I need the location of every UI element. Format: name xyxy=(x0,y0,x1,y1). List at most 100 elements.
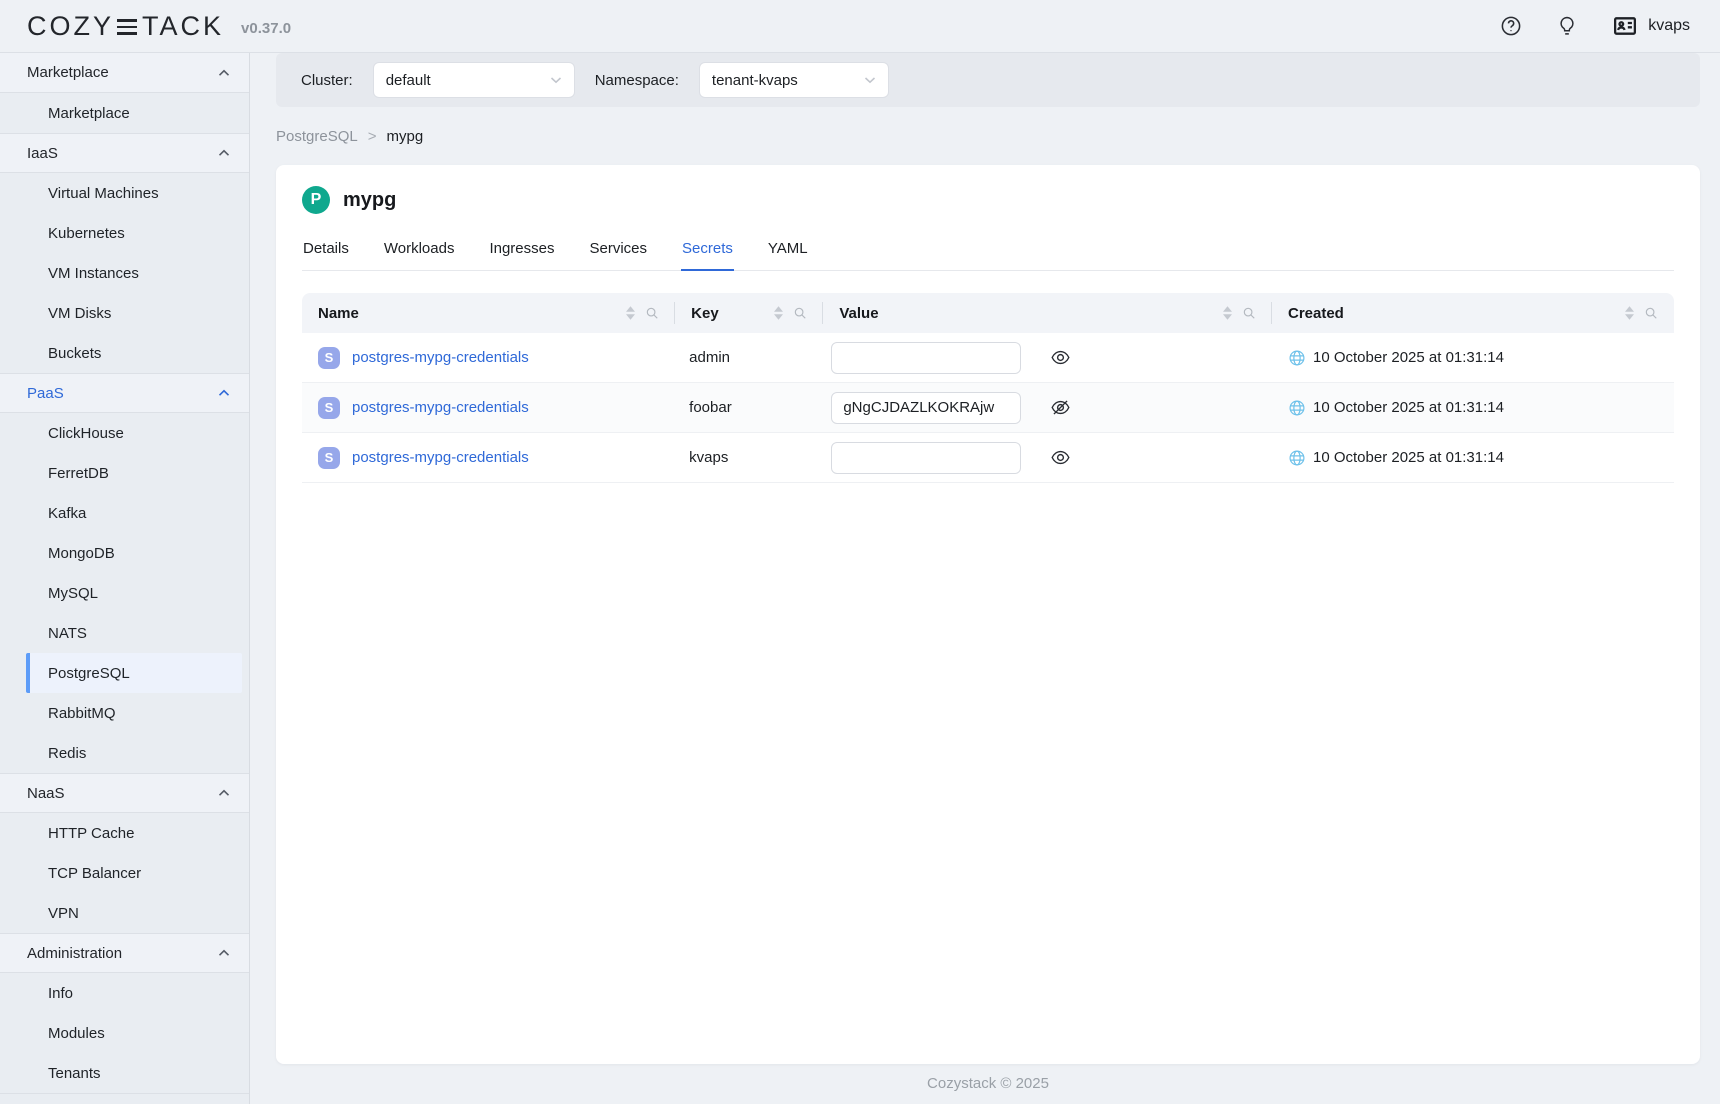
chevron-up-icon xyxy=(218,149,230,157)
sidebar-item-vm-disks[interactable]: VM Disks xyxy=(0,293,249,333)
sort-toggle[interactable] xyxy=(1223,306,1232,320)
sidebar-item-label: Kubernetes xyxy=(48,225,125,242)
idcard-icon xyxy=(1612,13,1638,39)
sidebar-item-label: Marketplace xyxy=(48,105,130,122)
sidebar-item-tenants[interactable]: Tenants xyxy=(0,1053,249,1093)
sidebar-item-clickhouse[interactable]: ClickHouse xyxy=(0,413,249,453)
caret-up-icon xyxy=(626,306,635,312)
column-search-button[interactable] xyxy=(645,306,659,320)
sidebar-section-label: Administration xyxy=(27,945,122,962)
sort-toggle[interactable] xyxy=(774,306,783,320)
caret-down-icon xyxy=(1625,314,1634,320)
sidebar-item-marketplace[interactable]: Marketplace xyxy=(0,93,249,133)
eye-icon xyxy=(1050,447,1071,468)
sidebar-section-naas[interactable]: NaaS xyxy=(0,773,249,813)
lightbulb-icon xyxy=(1556,15,1578,37)
sidebar-item-label: VPN xyxy=(48,905,79,922)
sidebar-item-label: NATS xyxy=(48,625,87,642)
top-bar: COZY TACK v0.37.0 xyxy=(0,0,1720,53)
tab-workloads[interactable]: Workloads xyxy=(383,240,456,270)
secret-value-input[interactable] xyxy=(831,392,1021,424)
secret-icon: S xyxy=(318,397,340,419)
help-circle-icon xyxy=(1500,15,1522,37)
sidebar-section: Marketplace Marketplace xyxy=(0,53,249,133)
globe-icon xyxy=(1288,399,1306,417)
table-row: S postgres-mypg-credentials foobar xyxy=(302,383,1674,433)
sort-toggle[interactable] xyxy=(626,306,635,320)
secret-name-link[interactable]: postgres-mypg-credentials xyxy=(352,349,529,366)
sidebar-item-kafka[interactable]: Kafka xyxy=(0,493,249,533)
sidebar-section-items: Info Modules Tenants xyxy=(0,973,249,1093)
caret-down-icon xyxy=(1223,314,1232,320)
app-logo[interactable]: COZY TACK xyxy=(27,11,224,42)
column-header-label: Name xyxy=(318,305,359,322)
tab-label: Workloads xyxy=(384,240,455,257)
sidebar-item-ferretdb[interactable]: FerretDB xyxy=(0,453,249,493)
sidebar-item-rabbitmq[interactable]: RabbitMQ xyxy=(0,693,249,733)
secret-value-input[interactable] xyxy=(831,342,1021,374)
tab-yaml[interactable]: YAML xyxy=(767,240,809,270)
sort-toggle[interactable] xyxy=(1625,306,1634,320)
value-visibility-toggle[interactable] xyxy=(1050,447,1071,468)
column-header-value: Value xyxy=(823,293,1272,333)
sidebar-item-modules[interactable]: Modules xyxy=(0,1013,249,1053)
sidebar-item-virtual-machines[interactable]: Virtual Machines xyxy=(0,173,249,213)
sidebar-item-buckets[interactable]: Buckets xyxy=(0,333,249,373)
sidebar-section-marketplace[interactable]: Marketplace xyxy=(0,53,249,93)
chevron-down-icon xyxy=(550,76,562,84)
card-title-row: P mypg xyxy=(302,186,1674,214)
tab-details[interactable]: Details xyxy=(302,240,350,270)
secret-value-input[interactable] xyxy=(831,442,1021,474)
secret-key: kvaps xyxy=(689,449,728,466)
sidebar-item-postgresql[interactable]: PostgreSQL xyxy=(26,653,242,693)
sidebar-item-label: Kafka xyxy=(48,505,86,522)
secret-name-link[interactable]: postgres-mypg-credentials xyxy=(352,449,529,466)
value-visibility-toggle[interactable] xyxy=(1050,397,1071,418)
sidebar-section-paas[interactable]: PaaS xyxy=(0,373,249,413)
sidebar-item-vpn[interactable]: VPN xyxy=(0,893,249,933)
column-search-button[interactable] xyxy=(793,306,807,320)
sidebar-item-tcp-balancer[interactable]: TCP Balancer xyxy=(0,853,249,893)
sidebar-item-nats[interactable]: NATS xyxy=(0,613,249,653)
sidebar-item-label: MySQL xyxy=(48,585,98,602)
sidebar-section-iaas[interactable]: IaaS xyxy=(0,133,249,173)
tab-services[interactable]: Services xyxy=(589,240,649,270)
theme-toggle-button[interactable] xyxy=(1556,15,1578,37)
sidebar-item-http-cache[interactable]: HTTP Cache xyxy=(0,813,249,853)
caret-up-icon xyxy=(1223,306,1232,312)
help-button[interactable] xyxy=(1500,15,1522,37)
chevron-up-icon xyxy=(218,949,230,957)
user-menu[interactable]: kvaps xyxy=(1612,13,1690,39)
secret-name-link[interactable]: postgres-mypg-credentials xyxy=(352,399,529,416)
table-body: S postgres-mypg-credentials admin xyxy=(302,333,1674,483)
sidebar-item-info[interactable]: Info xyxy=(0,973,249,1013)
value-visibility-toggle[interactable] xyxy=(1050,347,1071,368)
column-search-button[interactable] xyxy=(1242,306,1256,320)
column-header-label: Key xyxy=(691,305,719,322)
breadcrumb: PostgreSQL > mypg xyxy=(276,124,1700,149)
secret-icon: S xyxy=(318,347,340,369)
tab-ingresses[interactable]: Ingresses xyxy=(488,240,555,270)
created-timestamp: 10 October 2025 at 01:31:14 xyxy=(1313,449,1504,466)
sidebar-item-label: Info xyxy=(48,985,73,1002)
sidebar-item-mongodb[interactable]: MongoDB xyxy=(0,533,249,573)
sidebar-item-redis[interactable]: Redis xyxy=(0,733,249,773)
sidebar-item-vm-instances[interactable]: VM Instances xyxy=(0,253,249,293)
tab-secrets[interactable]: Secrets xyxy=(681,240,734,270)
namespace-select[interactable]: tenant-kvaps xyxy=(699,62,889,98)
sidebar-item-mysql[interactable]: MySQL xyxy=(0,573,249,613)
eye-slash-icon xyxy=(1050,397,1071,418)
sidebar-item-label: VM Instances xyxy=(48,265,139,282)
created-timestamp: 10 October 2025 at 01:31:14 xyxy=(1313,349,1504,366)
sidebar-item-label: ClickHouse xyxy=(48,425,124,442)
column-search-button[interactable] xyxy=(1644,306,1658,320)
cluster-select[interactable]: default xyxy=(373,62,575,98)
sidebar-item-kubernetes[interactable]: Kubernetes xyxy=(0,213,249,253)
breadcrumb-parent-link[interactable]: PostgreSQL xyxy=(276,128,358,145)
caret-up-icon xyxy=(1625,306,1634,312)
sidebar-item-label: TCP Balancer xyxy=(48,865,141,882)
sidebar-section-administration[interactable]: Administration xyxy=(0,933,249,973)
sidebar-item-label: Modules xyxy=(48,1025,105,1042)
column-header-label: Created xyxy=(1288,305,1344,322)
sidebar-item-label: Buckets xyxy=(48,345,101,362)
